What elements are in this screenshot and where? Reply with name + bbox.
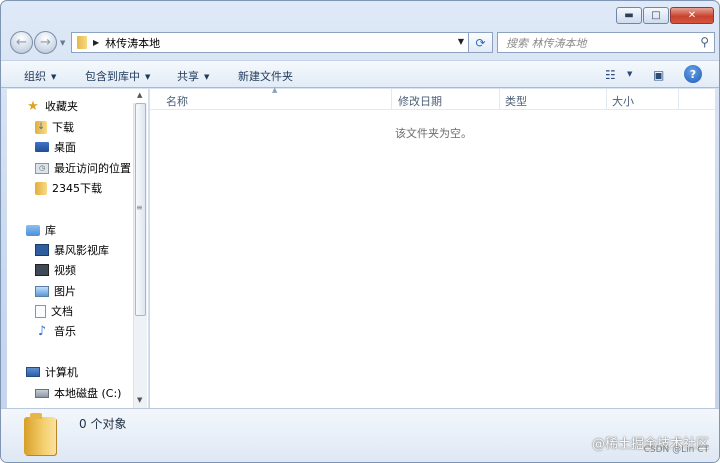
media-library-icon — [35, 244, 49, 256]
back-arrow-icon: ← — [16, 35, 27, 50]
address-dropdown-icon[interactable]: ▼ — [458, 37, 464, 46]
include-in-library-label: 包含到库中 — [85, 70, 140, 83]
sidebar-item-local-disk-c[interactable]: 本地磁盘 (C:) — [35, 385, 121, 401]
sidebar-item-2345-downloads[interactable]: 2345下载 — [35, 180, 102, 196]
organize-label: 组织 — [24, 70, 46, 83]
help-icon[interactable]: ? — [684, 65, 702, 83]
new-folder-label: 新建文件夹 — [238, 70, 293, 83]
maximize-button[interactable]: □ — [643, 7, 669, 24]
sidebar-item-label: 暴风影视库 — [54, 244, 109, 257]
window-controls: ▬ □ ✕ — [616, 7, 714, 24]
sidebar-item-label: 本地磁盘 (C:) — [54, 387, 122, 400]
sidebar-item-downloads[interactable]: ↓ 下载 — [35, 119, 74, 135]
sidebar-group-libraries[interactable]: 库 — [26, 222, 56, 238]
star-icon: ★ — [27, 98, 39, 114]
downloads-folder-icon: ↓ — [35, 120, 47, 134]
sidebar-item-label: 桌面 — [54, 141, 76, 154]
scroll-down-icon[interactable]: ▼ — [137, 396, 142, 404]
navigation-bar: ← → ▼ ▶ 林传涛本地 ▼ ⟳ 搜索 林传涛本地 ⚲ — [1, 29, 719, 55]
organize-menu[interactable]: 组织 ▼ — [24, 68, 56, 84]
title-bar: ▬ □ ✕ — [1, 1, 719, 29]
sidebar-group-label: 计算机 — [45, 366, 78, 379]
column-header-modified[interactable]: 修改日期 — [398, 93, 442, 109]
search-placeholder: 搜索 林传涛本地 — [506, 36, 587, 50]
scrollbar-grip-icon: ≡ — [136, 203, 143, 212]
include-in-library-menu[interactable]: 包含到库中 ▼ — [85, 68, 150, 84]
preview-pane-icon[interactable]: ▣ — [653, 68, 664, 82]
sidebar-item-recent-places[interactable]: ◷ 最近访问的位置 — [35, 160, 131, 176]
computer-icon — [26, 367, 40, 377]
view-dropdown-icon[interactable]: ▼ — [627, 70, 632, 78]
sidebar-item-desktop[interactable]: 桌面 — [35, 139, 76, 155]
share-menu[interactable]: 共享 ▼ — [177, 68, 209, 84]
chevron-down-icon: ▼ — [51, 73, 57, 81]
library-icon — [26, 224, 40, 236]
close-button[interactable]: ✕ — [670, 7, 714, 24]
navigation-pane: ★ 收藏夹 ↓ 下载 桌面 ◷ 最近访问的位置 2345下载 库 暴风影视库 视频 图… — [7, 89, 149, 408]
document-icon — [35, 304, 46, 318]
search-box[interactable]: 搜索 林传涛本地 ⚲ — [497, 32, 715, 53]
chevron-down-icon: ▼ — [145, 73, 151, 81]
folder-icon — [35, 181, 47, 195]
explorer-window: ▬ □ ✕ ← → ▼ ▶ 林传涛本地 ▼ ⟳ 搜索 林传涛本地 ⚲ 组织 ▼ 包… — [0, 0, 720, 463]
music-note-icon: ♪ — [37, 323, 47, 339]
sidebar-group-favorites[interactable]: ★ 收藏夹 — [26, 98, 78, 114]
empty-folder-message: 该文件夹为空。 — [395, 127, 472, 140]
desktop-icon — [35, 142, 49, 152]
item-count: 0 个对象 — [79, 417, 127, 431]
column-divider[interactable] — [678, 89, 679, 110]
watermark-subtext: CSDN @Lin CT — [643, 445, 709, 455]
view-options-icon[interactable]: ☷ — [605, 68, 616, 82]
recent-pages-dropdown-icon[interactable]: ▼ — [60, 39, 65, 47]
scroll-up-icon[interactable]: ▲ — [137, 91, 142, 99]
column-divider[interactable] — [499, 89, 500, 110]
address-bar[interactable]: ▶ 林传涛本地 ▼ — [71, 32, 469, 53]
refresh-button[interactable]: ⟳ — [469, 32, 493, 53]
forward-arrow-icon: → — [40, 35, 51, 50]
folder-icon — [77, 36, 87, 49]
column-header-row: ▲ 名称 修改日期 类型 大小 — [150, 86, 715, 110]
sidebar-group-label: 库 — [45, 224, 56, 237]
sidebar-group-computer[interactable]: 计算机 — [26, 364, 78, 380]
search-icon[interactable]: ⚲ — [700, 35, 709, 49]
new-folder-button[interactable]: 新建文件夹 — [238, 68, 293, 84]
column-header-name[interactable]: 名称 — [166, 93, 188, 109]
column-header-size[interactable]: 大小 — [612, 93, 634, 109]
sidebar-item-label: 2345下载 — [52, 182, 102, 195]
sidebar-item-label: 视频 — [54, 264, 76, 277]
sidebar-item-pictures[interactable]: 图片 — [35, 283, 76, 299]
folder-icon — [24, 413, 56, 455]
forward-button[interactable]: → — [34, 31, 57, 54]
column-header-type[interactable]: 类型 — [505, 93, 527, 109]
column-divider[interactable] — [391, 89, 392, 110]
film-icon — [35, 264, 49, 276]
sidebar-item-label: 音乐 — [54, 325, 76, 338]
file-list-pane: ▲ 名称 修改日期 类型 大小 该文件夹为空。 — [150, 86, 715, 408]
sort-ascending-icon: ▲ — [272, 86, 278, 94]
sidebar-group-label: 收藏夹 — [45, 100, 78, 113]
details-pane: 0 个对象 @稀土掘金技术社区 CSDN @Lin CT — [1, 408, 719, 462]
command-bar: 组织 ▼ 包含到库中 ▼ 共享 ▼ 新建文件夹 ☷ ▼ ▣ ? — [1, 60, 719, 88]
minimize-button[interactable]: ▬ — [616, 7, 642, 24]
sidebar-item-music[interactable]: ♪ 音乐 — [35, 323, 76, 339]
hard-disk-icon — [35, 388, 49, 398]
navigation-pane-scrollbar[interactable]: ▲ ≡ ▼ — [133, 91, 147, 408]
sidebar-item-baofeng-library[interactable]: 暴风影视库 — [35, 242, 109, 258]
refresh-icon: ⟳ — [475, 35, 486, 50]
chevron-down-icon: ▼ — [204, 73, 210, 81]
sidebar-item-videos[interactable]: 视频 — [35, 262, 76, 278]
sidebar-item-label: 文档 — [51, 305, 73, 318]
back-button[interactable]: ← — [10, 31, 33, 54]
sidebar-item-label: 图片 — [54, 285, 76, 298]
breadcrumb-separator-icon[interactable]: ▶ — [93, 38, 99, 47]
recent-places-icon: ◷ — [35, 162, 49, 174]
breadcrumb-current[interactable]: 林传涛本地 — [105, 35, 160, 51]
picture-icon — [35, 285, 49, 297]
sidebar-item-label: 下载 — [52, 121, 74, 134]
column-divider[interactable] — [606, 89, 607, 110]
sidebar-item-label: 最近访问的位置 — [54, 162, 131, 175]
share-label: 共享 — [177, 70, 199, 83]
sidebar-item-documents[interactable]: 文档 — [35, 303, 73, 319]
